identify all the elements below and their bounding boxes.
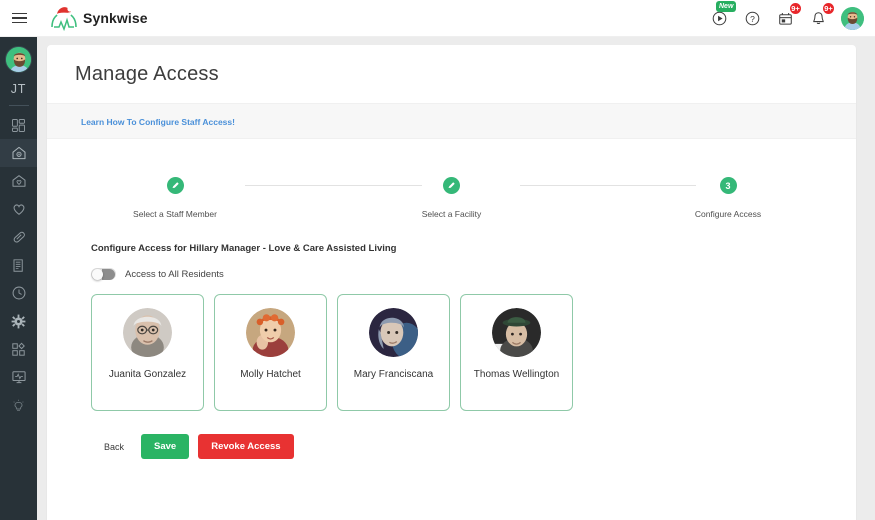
heart-icon bbox=[11, 201, 27, 217]
sidebar-item-apps[interactable] bbox=[0, 335, 37, 363]
step-select-staff-member[interactable]: Select a Staff Member bbox=[105, 177, 245, 219]
brand[interactable]: Synkwise bbox=[46, 3, 148, 33]
home-gear-icon bbox=[11, 145, 27, 161]
top-bar: Synkwise New ? bbox=[0, 0, 875, 37]
resident-avatar bbox=[369, 308, 418, 357]
sidebar-item-documents[interactable] bbox=[0, 251, 37, 279]
step-3-marker: 3 bbox=[720, 177, 737, 194]
resident-name: Molly Hatchet bbox=[240, 367, 301, 383]
configure-access-heading: Configure Access for Hillary Manager - L… bbox=[91, 243, 856, 254]
lightbulb-icon bbox=[11, 398, 26, 413]
svg-text:?: ? bbox=[750, 13, 755, 23]
resident-card[interactable]: Mary Franciscana bbox=[337, 294, 450, 411]
step-2-label: Select a Facility bbox=[422, 209, 482, 219]
help-link-band: Learn How To Configure Staff Access! bbox=[47, 103, 856, 139]
hamburger-menu-icon[interactable] bbox=[0, 0, 38, 37]
back-button[interactable]: Back bbox=[96, 437, 132, 457]
revoke-access-button[interactable]: Revoke Access bbox=[198, 434, 293, 459]
resident-card[interactable]: Thomas Wellington bbox=[460, 294, 573, 411]
resident-name: Thomas Wellington bbox=[474, 367, 559, 383]
sidebar-item-residents[interactable] bbox=[0, 167, 37, 195]
sidebar-item-dashboard[interactable] bbox=[0, 111, 37, 139]
sidebar-item-schedule[interactable] bbox=[0, 279, 37, 307]
configure-access-section: Configure Access for Hillary Manager - L… bbox=[47, 219, 856, 459]
stepper-connector-2 bbox=[520, 185, 696, 186]
configure-staff-access-link[interactable]: Learn How To Configure Staff Access! bbox=[81, 117, 235, 127]
tasks-calendar-icon[interactable]: 9+ bbox=[775, 8, 795, 28]
notifications-badge-count: 9+ bbox=[822, 2, 835, 15]
sidebar-user-initials: JT bbox=[11, 82, 27, 96]
main-content: Manage Access Learn How To Configure Sta… bbox=[37, 37, 875, 520]
content-card: Manage Access Learn How To Configure Sta… bbox=[47, 45, 856, 520]
access-all-residents-label: Access to All Residents bbox=[125, 269, 224, 280]
sidebar-item-monitoring[interactable] bbox=[0, 363, 37, 391]
help-circle-icon[interactable]: ? bbox=[742, 8, 762, 28]
document-icon bbox=[11, 258, 26, 273]
sidebar-item-insights[interactable] bbox=[0, 391, 37, 419]
resident-avatar bbox=[123, 308, 172, 357]
gear-icon bbox=[11, 314, 26, 329]
brand-name: Synkwise bbox=[83, 10, 148, 26]
resident-avatar bbox=[246, 308, 295, 357]
apps-shapes-icon bbox=[11, 342, 26, 357]
access-all-residents-toggle[interactable] bbox=[91, 268, 116, 280]
resident-name: Mary Franciscana bbox=[354, 367, 433, 383]
toggle-track bbox=[102, 269, 115, 280]
page-title: Manage Access bbox=[47, 45, 856, 103]
resident-card[interactable]: Molly Hatchet bbox=[214, 294, 327, 411]
resident-avatar bbox=[492, 308, 541, 357]
resident-cards-list: Juanita Gonzalez bbox=[91, 294, 856, 411]
sidebar-item-care[interactable] bbox=[0, 195, 37, 223]
synkwise-logo-icon bbox=[46, 3, 82, 33]
sidebar-divider bbox=[9, 105, 29, 106]
notification-bell-icon[interactable]: 9+ bbox=[808, 8, 828, 28]
app-root: Synkwise New ? bbox=[0, 0, 875, 520]
clock-icon bbox=[11, 285, 27, 301]
step-select-facility[interactable]: Select a Facility bbox=[382, 177, 522, 219]
sidebar: JT bbox=[0, 37, 37, 520]
pill-icon bbox=[11, 229, 27, 245]
step-1-label: Select a Staff Member bbox=[133, 209, 217, 219]
step-configure-access[interactable]: 3 Configure Access bbox=[658, 177, 798, 219]
step-1-marker bbox=[167, 177, 184, 194]
stepper-connector-1 bbox=[245, 185, 422, 186]
sidebar-item-facility[interactable] bbox=[0, 139, 37, 167]
video-tutorial-icon[interactable]: New bbox=[709, 8, 729, 28]
access-all-residents-row: Access to All Residents bbox=[91, 268, 856, 280]
top-bar-icons: New ? 9+ bbox=[709, 7, 875, 30]
toggle-knob bbox=[92, 269, 103, 280]
step-2-marker bbox=[443, 177, 460, 194]
sidebar-item-settings[interactable] bbox=[0, 307, 37, 335]
dashboard-grid-icon bbox=[11, 118, 26, 133]
tasks-badge-count: 9+ bbox=[789, 2, 802, 15]
action-buttons: Back Save Revoke Access bbox=[96, 434, 856, 459]
home-heart-icon bbox=[11, 173, 27, 189]
sidebar-item-medications[interactable] bbox=[0, 223, 37, 251]
sidebar-avatar[interactable] bbox=[5, 46, 32, 73]
resident-name: Juanita Gonzalez bbox=[109, 367, 186, 383]
stepper: Select a Staff Member Select a Facility … bbox=[47, 139, 856, 219]
monitor-pulse-icon bbox=[11, 369, 27, 385]
save-button[interactable]: Save bbox=[141, 434, 189, 459]
step-3-label: Configure Access bbox=[695, 209, 761, 219]
new-badge: New bbox=[716, 1, 736, 12]
resident-card[interactable]: Juanita Gonzalez bbox=[91, 294, 204, 411]
user-avatar[interactable] bbox=[841, 7, 864, 30]
